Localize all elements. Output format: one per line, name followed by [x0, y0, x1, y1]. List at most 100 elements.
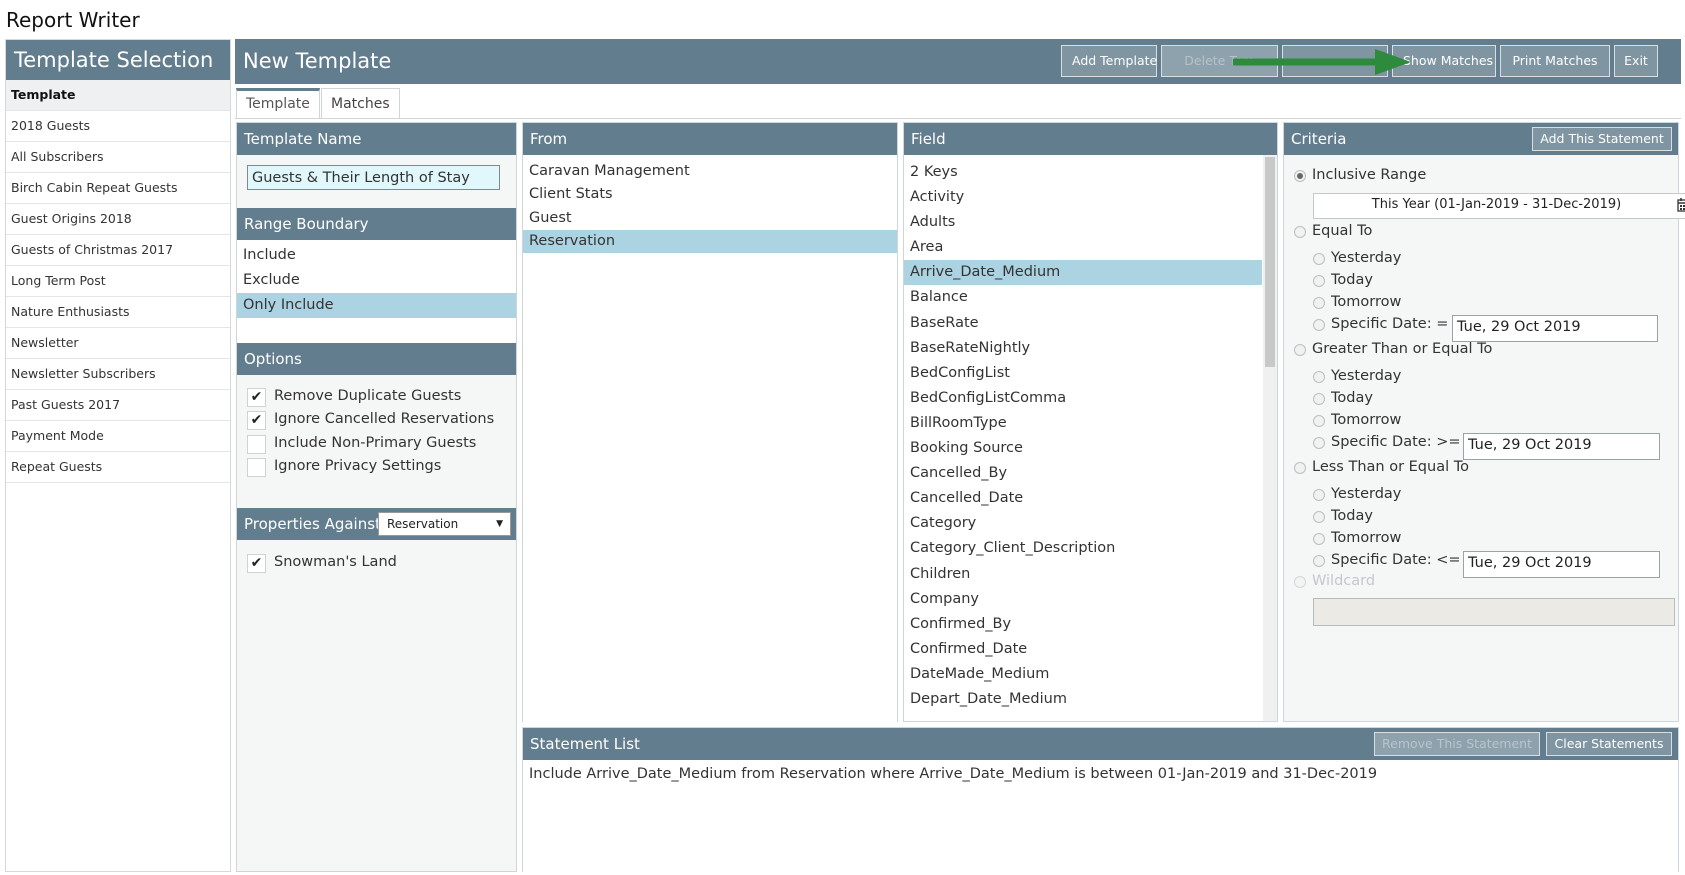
field-list: 2 Keys Activity Adults Area Arrive_Date_Medi… — [904, 155, 1262, 712]
field-item-baseratenightly[interactable]: BaseRateNightly — [904, 336, 1262, 361]
greater-equal-date-input[interactable]: Tue, 29 Oct 2019 — [1463, 433, 1660, 460]
field-item-bedconfiglist[interactable]: BedConfigList — [904, 361, 1262, 386]
add-template-button[interactable]: Add Template — [1061, 45, 1157, 77]
exit-button[interactable]: Exit — [1614, 45, 1658, 77]
from-item-caravan-management[interactable]: Caravan Management — [523, 160, 897, 183]
properties-against-heading: Properties Against — [244, 515, 381, 533]
field-item-company[interactable]: Company — [904, 587, 1262, 612]
field-scrollbar-thumb[interactable] — [1265, 157, 1275, 367]
equal-to-yesterday-label: Yesterday — [1331, 250, 1402, 266]
from-item-guest[interactable]: Guest — [523, 207, 897, 230]
greater-equal-yesterday-radio[interactable] — [1313, 371, 1325, 383]
sidebar-item-repeat-guests[interactable]: Repeat Guests — [6, 452, 230, 483]
greater-equal-radio[interactable] — [1294, 344, 1306, 356]
sidebar-item-guest-origins-2018[interactable]: Guest Origins 2018 — [6, 204, 230, 235]
equal-to-tomorrow-radio[interactable] — [1313, 297, 1325, 309]
field-item-category[interactable]: Category — [904, 511, 1262, 536]
field-item-cancelled-date[interactable]: Cancelled_Date — [904, 486, 1262, 511]
option-row-include-non-primary-guests[interactable]: Include Non-Primary Guests — [237, 432, 516, 457]
field-item-bedconfiglistcomma[interactable]: BedConfigListComma — [904, 386, 1262, 411]
less-equal-yesterday-radio[interactable] — [1313, 489, 1325, 501]
print-matches-button[interactable]: Print Matches — [1500, 45, 1610, 77]
from-item-reservation[interactable]: Reservation — [523, 229, 897, 254]
range-option-exclude[interactable]: Exclude — [237, 268, 516, 293]
field-item-adults[interactable]: Adults — [904, 210, 1262, 235]
wildcard-radio[interactable] — [1294, 576, 1306, 588]
option-row-snowman-s-land[interactable]: ✔ Snowman's Land — [237, 551, 516, 576]
less-equal-date-input[interactable]: Tue, 29 Oct 2019 — [1463, 551, 1660, 578]
field-item-activity[interactable]: Activity — [904, 185, 1262, 210]
sidebar-item-newsletter[interactable]: Newsletter — [6, 328, 230, 359]
sidebar-item-payment-mode[interactable]: Payment Mode — [6, 421, 230, 452]
template-settings-panel: Template Name Range Boundary IncludeExcl… — [236, 122, 517, 872]
sidebar-item-newsletter-subscribers[interactable]: Newsletter Subscribers — [6, 359, 230, 390]
greater-equal-date-value: Tue, 29 Oct 2019 — [1468, 437, 1592, 453]
field-item-area[interactable]: Area — [904, 235, 1262, 260]
less-equal-specific-date-radio[interactable] — [1313, 555, 1325, 567]
sidebar-item-nature-enthusiasts[interactable]: Nature Enthusiasts — [6, 297, 230, 328]
equal-to-date-input[interactable]: Tue, 29 Oct 2019 — [1452, 315, 1658, 342]
wildcard-label: Wildcard — [1312, 573, 1376, 589]
from-list: Caravan Management Client Stats Guest Reser… — [523, 155, 897, 726]
tab-template[interactable]: Template — [236, 88, 320, 119]
template-name-input[interactable] — [247, 165, 500, 190]
option-row-remove-duplicate-guests[interactable]: ✔ Remove Duplicate Guests — [237, 385, 516, 410]
checkbox[interactable]: ✔ — [247, 388, 266, 407]
field-item-booking-source[interactable]: Booking Source — [904, 436, 1262, 461]
less-equal-label: Less Than or Equal To — [1312, 459, 1469, 475]
greater-equal-tomorrow-radio[interactable] — [1313, 415, 1325, 427]
equal-to-radio[interactable] — [1294, 226, 1306, 238]
greater-equal-tomorrow-label: Tomorrow — [1331, 412, 1402, 428]
equal-to-specific-date-label: Specific Date: = — [1331, 316, 1449, 332]
checkbox[interactable] — [247, 434, 266, 454]
sidebar-item-birch-cabin-repeat-guests[interactable]: Birch Cabin Repeat Guests — [6, 173, 230, 204]
tab-matches[interactable]: Matches — [321, 88, 400, 119]
field-item-depart-date-medium[interactable]: Depart_Date_Medium — [904, 687, 1262, 712]
from-item-client-stats[interactable]: Client Stats — [523, 183, 897, 206]
less-equal-radio[interactable] — [1294, 462, 1306, 474]
field-item-arrive-date-medium[interactable]: Arrive_Date_Medium — [904, 260, 1262, 286]
greater-equal-today-radio[interactable] — [1313, 393, 1325, 405]
sidebar-item-2018-guests[interactable]: 2018 Guests — [6, 111, 230, 142]
clear-statements-button[interactable]: Clear Statements — [1546, 732, 1672, 756]
sidebar-column-header: Template — [6, 80, 230, 111]
less-equal-tomorrow-radio[interactable] — [1313, 533, 1325, 545]
statement-list-panel: Statement List Remove This Statement Cle… — [522, 727, 1679, 873]
sidebar-item-all-subscribers[interactable]: All Subscribers — [6, 142, 230, 173]
sidebar-item-guests-of-christmas-2017[interactable]: Guests of Christmas 2017 — [6, 235, 230, 266]
equal-to-specific-date-radio[interactable] — [1313, 319, 1325, 331]
properties-against-select[interactable]: Reservation ▼ — [378, 512, 511, 536]
field-item-confirmed-date[interactable]: Confirmed_Date — [904, 637, 1262, 662]
field-item-baserate[interactable]: BaseRate — [904, 311, 1262, 336]
equal-to-tomorrow-label: Tomorrow — [1331, 294, 1402, 310]
less-equal-today-radio[interactable] — [1313, 511, 1325, 523]
sidebar-item-long-term-post[interactable]: Long Term Post — [6, 266, 230, 297]
sidebar-item-past-guests-2017[interactable]: Past Guests 2017 — [6, 390, 230, 421]
range-option-include[interactable]: Include — [237, 243, 516, 268]
field-item-2-keys[interactable]: 2 Keys — [904, 160, 1262, 185]
field-item-children[interactable]: Children — [904, 562, 1262, 587]
range-boundary-list: Include Exclude Only Include — [237, 240, 516, 343]
field-item-category-client-description[interactable]: Category_Client_Description — [904, 536, 1262, 561]
wildcard-input[interactable] — [1313, 598, 1675, 626]
field-item-balance[interactable]: Balance — [904, 285, 1262, 310]
range-option-only-include[interactable]: Only Include — [237, 293, 516, 318]
checkmark-icon: ✔ — [250, 555, 263, 571]
remove-this-statement-button[interactable]: Remove This Statement — [1374, 732, 1540, 756]
greater-equal-specific-date-label: Specific Date: >= — [1331, 434, 1461, 450]
field-item-billroomtype[interactable]: BillRoomType — [904, 411, 1262, 436]
checkbox[interactable]: ✔ — [247, 554, 266, 573]
checkbox[interactable] — [247, 457, 266, 477]
option-row-ignore-cancelled-reservations[interactable]: ✔ Ignore Cancelled Reservations — [237, 408, 516, 433]
checkbox[interactable]: ✔ — [247, 411, 266, 431]
field-item-cancelled-by[interactable]: Cancelled_By — [904, 461, 1262, 486]
equal-to-today-radio[interactable] — [1313, 275, 1325, 287]
field-item-datemade-medium[interactable]: DateMade_Medium — [904, 662, 1262, 687]
greater-equal-specific-date-radio[interactable] — [1313, 437, 1325, 449]
checkmark-icon: ✔ — [250, 389, 263, 405]
field-item-confirmed-by[interactable]: Confirmed_By — [904, 612, 1262, 637]
field-scrollbar[interactable] — [1263, 155, 1277, 721]
equal-to-yesterday-radio[interactable] — [1313, 253, 1325, 265]
option-row-ignore-privacy-settings[interactable]: Ignore Privacy Settings — [237, 455, 516, 480]
statement-item[interactable]: Include Arrive_Date_Medium from Reservat… — [523, 762, 1678, 787]
